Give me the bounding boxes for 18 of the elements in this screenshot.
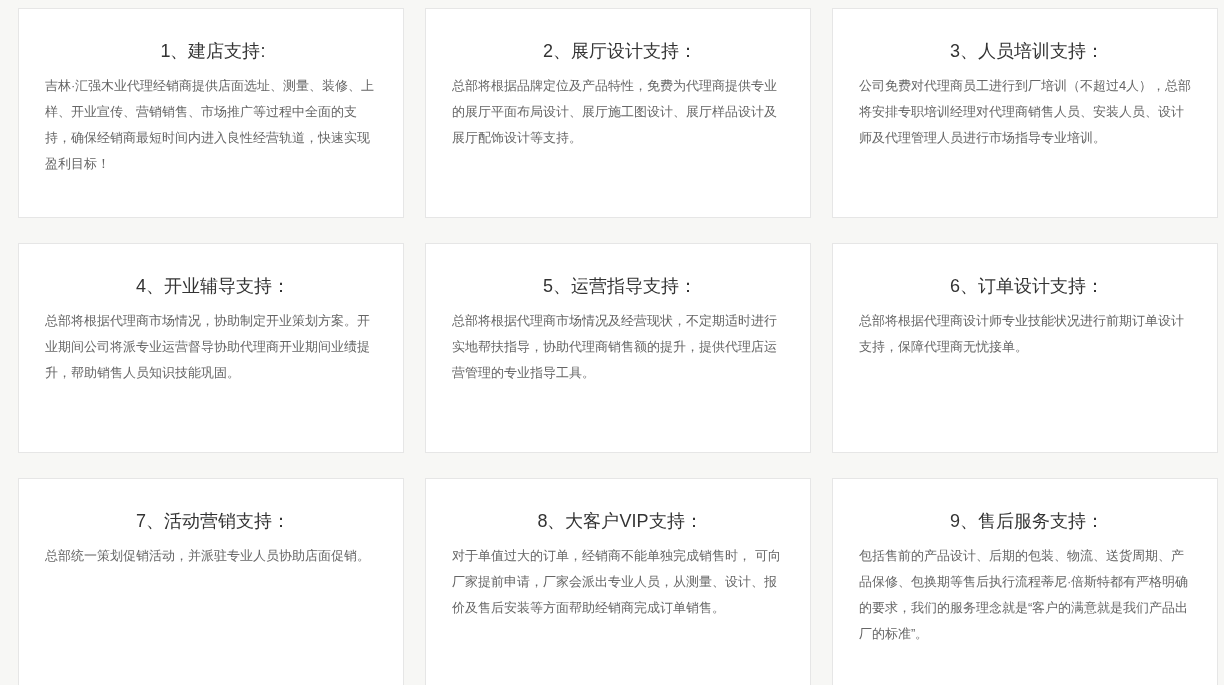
card-title: 7、活动营销支持： xyxy=(135,510,291,533)
card-title: 6、订单设计支持： xyxy=(949,275,1105,298)
card-text: 总部将根据品牌定位及产品特性，免费为代理商提供专业的展厅平面布局设计、展厅施工图设计、展厅样品设计及展厅配饰设计等支持。 xyxy=(452,77,778,147)
card-text: 对于单值过大的订单，经销商不能单独完成销售时， 可向厂家提前申请，厂家会派出专业人员，从测量、设计、报价及售后安装等方面帮助经销商完成订单销售。 xyxy=(452,547,782,617)
card-text: 总部将根据代理商市场情况，协助制定开业策划方案。开业期间公司将派专业运营督导协助代理商开业期间业绩提升，帮助销售人员知识技能巩固。 xyxy=(45,312,371,382)
card-text: 总部将根据代理商设计师专业技能状况进行前期订单设计支持，保障代理商无忧接单。 xyxy=(859,312,1185,356)
card-text: 总部将根据代理商市场情况及经营现状，不定期适时进行实地帮扶指导，协助代理商销售额的提升，提供代理店运营管理的专业指导工具。 xyxy=(452,312,778,382)
card-title: 2、展厅设计支持： xyxy=(542,40,698,63)
card-title: 1、建店支持: xyxy=(159,40,267,63)
card-title: 3、人员培训支持： xyxy=(949,40,1105,63)
card-title: 8、大客户VIP支持： xyxy=(536,510,704,533)
card-title: 5、运营指导支持： xyxy=(542,275,698,298)
card-text: 公司免费对代理商员工进行到厂培训（不超过4人），总部将安排专职培训经理对代理商销售人员、安装人员、设计师及代理管理人员进行市场指导专业培训。 xyxy=(859,77,1193,147)
card-text: 吉林·汇强木业代理经销商提供店面选址、测量、装修、上样、开业宣传、营销销售、市场推广等过程中全面的支持，确保经销商最短时间内进入良性经营轨道，快速实现盈利目标！ xyxy=(45,77,376,173)
card-title: 9、售后服务支持： xyxy=(949,510,1105,533)
card-text: 总部统一策划促销活动，并派驻专业人员协助店面促销。 xyxy=(45,547,371,565)
card-text: 包括售前的产品设计、后期的包装、物流、送货周期、产品保修、包换期等售后执行流程蒂尼·倍斯特都有严格明确的要求，我们的服务理念就是“客户的满意就是我们产品出厂的标准”。 xyxy=(859,547,1190,643)
card-title: 4、开业辅导支持： xyxy=(135,275,291,298)
